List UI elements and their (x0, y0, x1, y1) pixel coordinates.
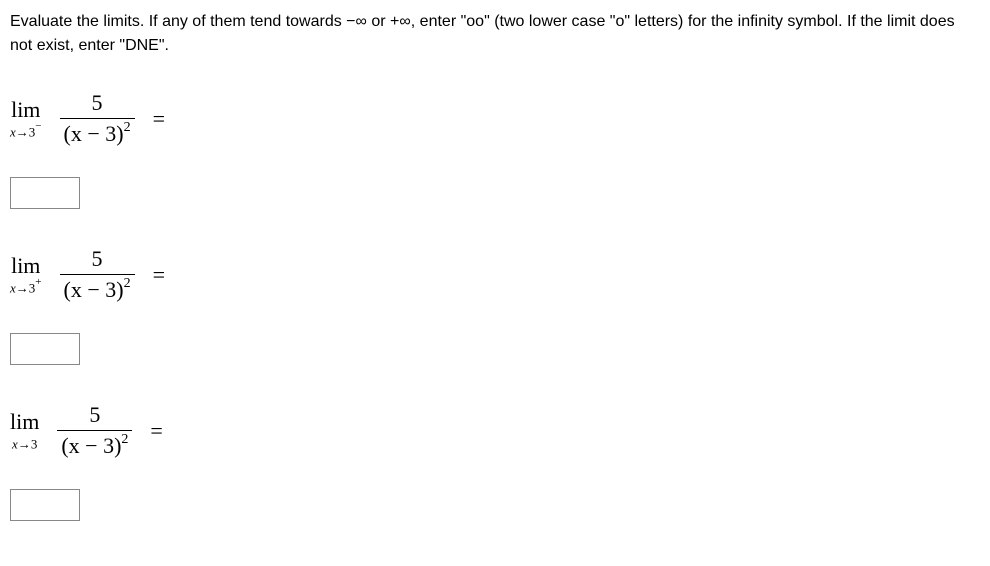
answer-input-1[interactable] (10, 177, 80, 209)
equals-sign: = (150, 418, 162, 444)
limit-problem-3: lim x→3 5 (x − 3)2 = (10, 400, 980, 461)
denom-base: (x − 3) (64, 121, 124, 146)
limit-problem-1: lim x→3− 5 (x − 3)2 = (10, 88, 980, 149)
denom-exp: 2 (121, 432, 128, 447)
arrow-icon: → (18, 436, 31, 451)
approach-sign: + (35, 276, 41, 288)
limit-problem-2: lim x→3+ 5 (x − 3)2 = (10, 244, 980, 305)
denom-base: (x − 3) (61, 433, 121, 458)
lim-sub: x→3+ (10, 279, 42, 294)
lim-sub: x→3 (12, 435, 37, 450)
fraction-2: 5 (x − 3)2 (60, 244, 135, 305)
denominator: (x − 3)2 (60, 119, 135, 149)
lim-text: lim (11, 99, 40, 121)
denom-exp: 2 (124, 276, 131, 291)
fraction-1: 5 (x − 3)2 (60, 88, 135, 149)
arrow-icon: → (16, 280, 29, 295)
answer-input-3[interactable] (10, 489, 80, 521)
limit-operator-2: lim x→3+ (10, 255, 42, 294)
denominator: (x − 3)2 (57, 431, 132, 461)
limit-operator-3: lim x→3 (10, 411, 39, 450)
lim-text: lim (11, 255, 40, 277)
denom-base: (x − 3) (64, 277, 124, 302)
equals-sign: = (153, 106, 165, 132)
denom-exp: 2 (124, 120, 131, 135)
lim-text: lim (10, 411, 39, 433)
approach-value: 3 (31, 436, 38, 451)
arrow-icon: → (16, 124, 29, 139)
numerator: 5 (84, 88, 111, 118)
lim-sub: x→3− (10, 123, 42, 138)
approach-sign: − (35, 120, 41, 132)
denominator: (x − 3)2 (60, 275, 135, 305)
instructions-text: Evaluate the limits. If any of them tend… (10, 10, 980, 58)
limit-operator-1: lim x→3− (10, 99, 42, 138)
fraction-3: 5 (x − 3)2 (57, 400, 132, 461)
answer-input-2[interactable] (10, 333, 80, 365)
numerator: 5 (81, 400, 108, 430)
numerator: 5 (84, 244, 111, 274)
equals-sign: = (153, 262, 165, 288)
